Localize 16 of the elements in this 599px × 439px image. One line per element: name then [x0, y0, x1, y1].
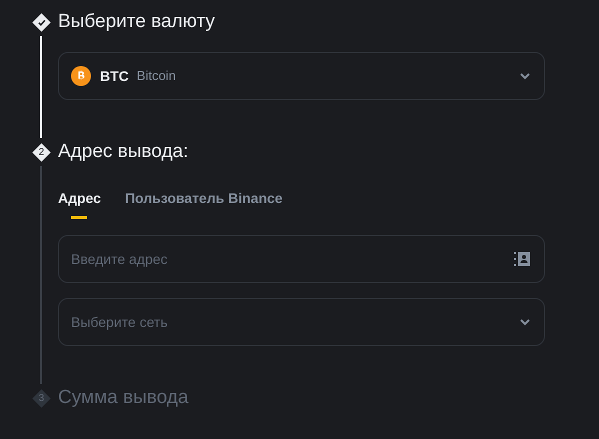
tab[interactable]: Адрес [58, 188, 101, 219]
address-book-icon [514, 252, 530, 266]
currency-select[interactable]: BTC Bitcoin [58, 52, 545, 100]
network-select[interactable]: Выберите сеть [58, 298, 545, 346]
check-icon [37, 18, 45, 26]
chevron-down-icon [520, 318, 530, 326]
coin-symbol: BTC [100, 66, 129, 86]
step-title: Выберите валюту [58, 10, 216, 34]
coin-icon [71, 66, 91, 86]
chevron-down-icon [520, 72, 530, 80]
step-title: Сумма вывода [58, 386, 190, 410]
step-title: Адрес вывода: [58, 140, 190, 164]
step-number: 2 [38, 147, 44, 157]
address-field[interactable]: Введите адрес [58, 235, 545, 283]
tab[interactable]: Пользователь Binance [124, 188, 283, 219]
coin-name: Bitcoin [136, 67, 177, 86]
